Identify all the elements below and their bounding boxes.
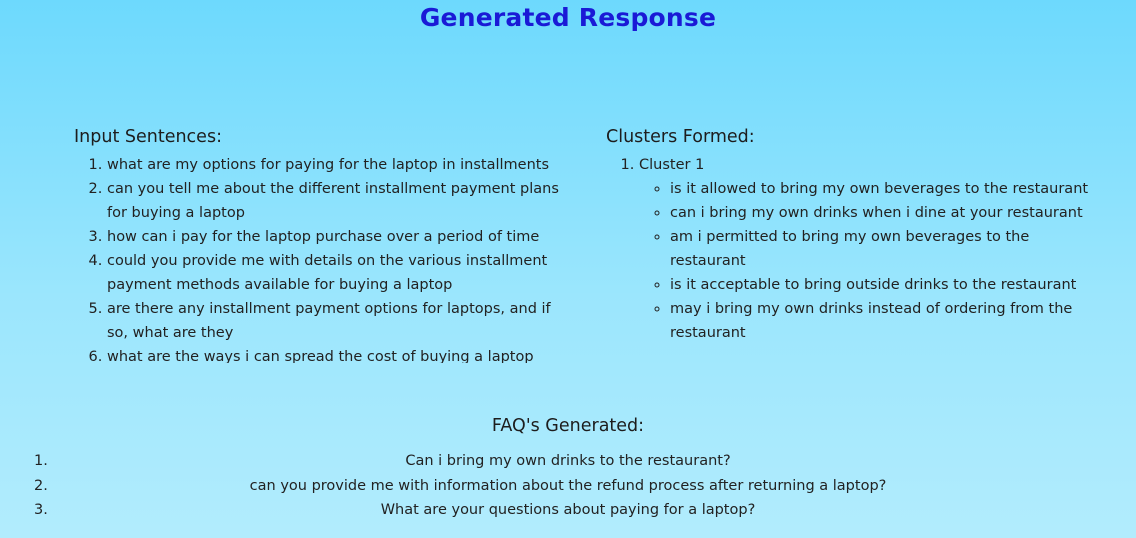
faq-item-text: can you provide me with information abou…: [249, 477, 887, 494]
cluster-sentence-item: is it acceptable to bring outside drinks…: [670, 273, 1106, 297]
input-sentence-item: how can i pay for the laptop purchase ov…: [107, 225, 564, 249]
faq-item-number: 2.: [34, 477, 48, 494]
cluster-sentence-item: can i bring my own drinks when i dine at…: [670, 201, 1106, 225]
faq-item-number: 3.: [34, 502, 48, 518]
input-sentence-item: can you tell me about the different inst…: [107, 177, 564, 225]
faq-item-text: Can i bring my own drinks to the restaur…: [405, 453, 731, 469]
input-sentences-section: Input Sentences: what are my options for…: [74, 127, 564, 363]
cluster-item: Cluster 1 is it allowed to bring my own …: [639, 153, 1106, 345]
input-sentence-item: could you provide me with details on the…: [107, 249, 564, 297]
clusters-scroll-area[interactable]: Cluster 1 is it allowed to bring my own …: [606, 153, 1106, 363]
input-sentences-list: what are my options for paying for the l…: [74, 153, 564, 363]
cluster-sentence-item: may i bring my own drinks instead of ord…: [670, 297, 1106, 345]
faq-item: 3. What are your questions about paying …: [0, 498, 1136, 523]
clusters-heading: Clusters Formed:: [606, 127, 755, 147]
input-sentence-item: what are the ways i can spread the cost …: [107, 345, 564, 363]
faq-item: 1. Can i bring my own drinks to the rest…: [0, 449, 1136, 474]
faq-item: 2. can you provide me with information a…: [0, 474, 1136, 499]
clusters-list: Cluster 1 is it allowed to bring my own …: [606, 153, 1106, 345]
input-sentences-scroll-area[interactable]: what are my options for paying for the l…: [74, 153, 564, 363]
cluster-sentence-item: am i permitted to bring my own beverages…: [670, 225, 1106, 273]
input-sentences-heading: Input Sentences:: [74, 127, 222, 147]
faq-heading: FAQ's Generated:: [491, 416, 645, 436]
page-title: Generated Response: [419, 3, 717, 32]
clusters-section: Clusters Formed: Cluster 1 is it allowed…: [606, 127, 1106, 363]
input-sentence-item: what are my options for paying for the l…: [107, 153, 564, 177]
cluster-sentences-list: is it allowed to bring my own beverages …: [639, 177, 1106, 345]
input-sentence-item: are there any installment payment option…: [107, 297, 564, 345]
cluster-sentence-item: is it allowed to bring my own beverages …: [670, 177, 1106, 201]
faq-item-number: 1.: [34, 453, 48, 469]
cluster-label: Cluster 1: [639, 157, 705, 173]
faq-list: 1. Can i bring my own drinks to the rest…: [0, 449, 1136, 523]
faq-item-text: What are your questions about paying for…: [380, 502, 756, 518]
